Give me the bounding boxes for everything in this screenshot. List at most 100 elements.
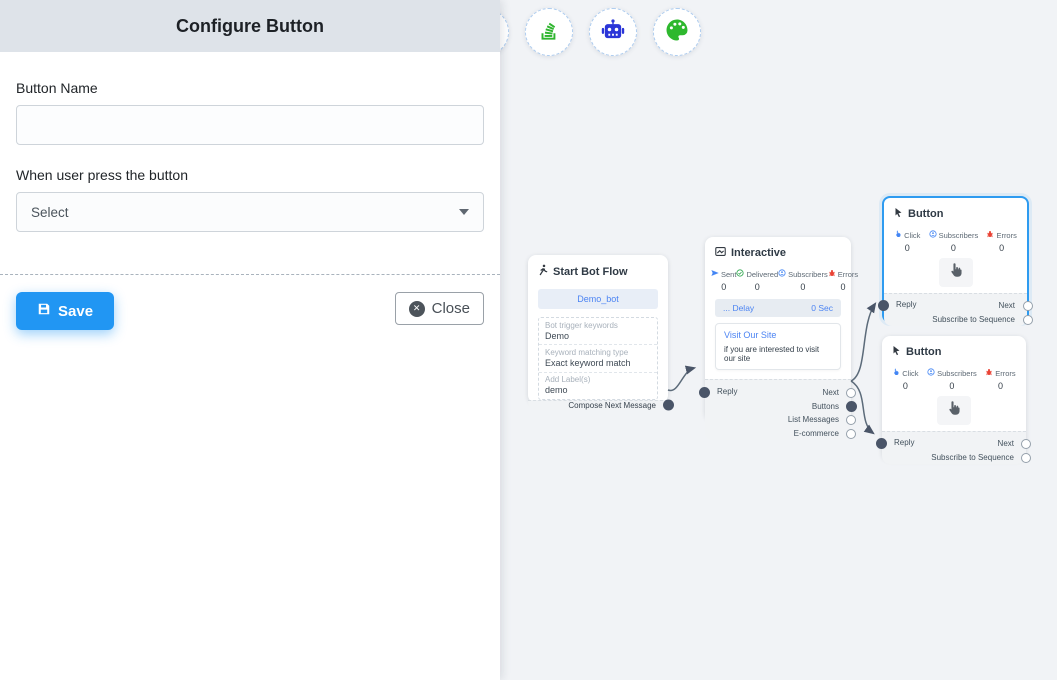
start-node-footer: Compose Next Message [528, 400, 668, 410]
stat-click: Click 0 [894, 230, 920, 253]
stat-errors: Errors 0 [828, 269, 858, 292]
stat-subscribers: Subscribers 0 [927, 368, 977, 391]
interactive-node[interactable]: Interactive Sent 0 Delivered 0 [705, 237, 851, 420]
ecommerce-output-port[interactable] [846, 429, 856, 439]
port-row-subscribe: Subscribe to Sequence [882, 451, 1026, 465]
button-node-title: Button [908, 208, 943, 220]
port-row-next: Next [882, 437, 1026, 451]
stat-subscribers: Subscribers 0 [929, 230, 979, 253]
runner-icon [538, 264, 548, 279]
subscribers-icon [929, 230, 937, 240]
save-button[interactable]: Save [16, 292, 114, 330]
button-node-footer: Reply Next Subscribe to Sequence [882, 431, 1026, 464]
close-button[interactable]: ✕ Close [395, 292, 484, 325]
cursor-icon [894, 207, 903, 221]
close-label: Close [432, 300, 470, 317]
close-icon: ✕ [409, 301, 425, 317]
port-row-subscribe: Subscribe to Sequence [884, 313, 1027, 327]
port-row-ecommerce: E-commerce [705, 427, 851, 441]
select-value: Select [31, 205, 69, 220]
field-value: demo [545, 385, 651, 396]
start-bot-flow-node[interactable]: Start Bot Flow Demo_bot Bot trigger keyw… [528, 255, 668, 403]
button-node-header: Button [882, 336, 1026, 364]
stack-icon [536, 17, 562, 48]
list-messages-output-port[interactable] [846, 415, 856, 425]
button-node-stats: Click 0 Subscribers 0 Errors 0 [882, 364, 1026, 393]
field-row: Add Label(s) demo [539, 372, 657, 399]
buttons-output-port[interactable] [846, 401, 857, 412]
field-value: Exact keyword match [545, 358, 651, 369]
robot-icon [599, 16, 627, 49]
chevron-down-icon [459, 209, 469, 215]
action-select[interactable]: Select [16, 192, 484, 232]
save-label: Save [58, 303, 93, 320]
errors-icon [828, 269, 836, 279]
interactive-stats: Sent 0 Delivered 0 Subscribers 0 [705, 265, 851, 294]
compose-output-port[interactable] [663, 400, 674, 411]
field-label: Keyword matching type [545, 348, 651, 358]
hand-pointer-area [884, 255, 1027, 293]
button-node-2[interactable]: Button Click 0 Subscribers 0 Er [882, 336, 1026, 460]
configure-button-panel: Configure Button Button Name When user p… [0, 0, 500, 680]
errors-icon [985, 368, 993, 378]
compose-next-message-label: Compose Next Message [568, 401, 656, 410]
port-row-list-messages: List Messages [705, 413, 851, 427]
subscribe-output-port[interactable] [1021, 453, 1031, 463]
start-node-title: Start Bot Flow [553, 266, 628, 278]
field-value: Demo [545, 331, 651, 342]
button-node-title: Button [906, 346, 941, 358]
message-title: Visit Our Site [724, 330, 832, 340]
press-button-label: When user press the button [16, 167, 484, 183]
next-output-port[interactable] [846, 388, 856, 398]
delay-value: 0 Sec [811, 303, 833, 313]
start-node-fields: Bot trigger keywords Demo Keyword matchi… [538, 317, 658, 400]
interactive-message-card[interactable]: Visit Our Site if you are interested to … [715, 323, 841, 370]
button-name-label: Button Name [16, 80, 484, 96]
subscribers-icon [927, 368, 935, 378]
interactive-node-header: Interactive [705, 237, 851, 265]
interactive-node-footer: Reply Next Buttons List Messages E-comme… [705, 379, 851, 440]
hand-pointer-area [882, 393, 1026, 431]
panel-title: Configure Button [176, 16, 324, 37]
toolbar-button-stack[interactable] [525, 8, 573, 56]
field-row: Keyword matching type Exact keyword matc… [539, 344, 657, 371]
button-name-input[interactable] [16, 105, 484, 145]
field-label: Add Label(s) [545, 375, 651, 385]
bot-name-badge[interactable]: Demo_bot [538, 289, 658, 309]
hand-pointer-icon [939, 258, 973, 287]
next-output-port[interactable] [1021, 439, 1031, 449]
start-node-header: Start Bot Flow [528, 255, 668, 284]
delay-label: ... Delay [723, 303, 754, 313]
next-output-port[interactable] [1023, 301, 1033, 311]
subscribers-icon [778, 269, 786, 279]
button-node-header: Button [884, 198, 1027, 226]
button-node-stats: Click 0 Subscribers 0 Errors 0 [884, 226, 1027, 255]
interactive-node-title: Interactive [731, 247, 786, 259]
click-icon [892, 368, 900, 378]
port-row-buttons: Buttons [705, 400, 851, 414]
port-row-next: Next [884, 299, 1027, 313]
sent-icon [711, 269, 719, 279]
click-icon [894, 230, 902, 240]
stat-delivered: Delivered 0 [736, 269, 778, 292]
errors-icon [986, 230, 994, 240]
stat-sent: Sent 0 [711, 269, 736, 292]
subscribe-output-port[interactable] [1023, 315, 1033, 325]
field-label: Bot trigger keywords [545, 321, 651, 331]
delay-setting[interactable]: ... Delay 0 Sec [715, 299, 841, 317]
delivered-icon [736, 269, 744, 279]
interactive-icon [715, 246, 726, 260]
button-node-footer: Reply Next Subscribe to Sequence [884, 293, 1027, 326]
button-node-1[interactable]: Button Click 0 Subscribers 0 Er [882, 196, 1029, 323]
save-icon [37, 302, 51, 320]
stat-errors: Errors 0 [986, 230, 1016, 253]
toolbar-button-theme[interactable] [653, 8, 701, 56]
port-row-next: Next [705, 386, 851, 400]
toolbar-button-bot[interactable] [589, 8, 637, 56]
message-body: if you are interested to visit our site [724, 345, 832, 363]
hand-pointer-icon [937, 396, 971, 425]
stat-errors: Errors 0 [985, 368, 1015, 391]
stat-subscribers: Subscribers 0 [778, 269, 828, 292]
stat-click: Click 0 [892, 368, 918, 391]
palette-icon [663, 16, 691, 49]
